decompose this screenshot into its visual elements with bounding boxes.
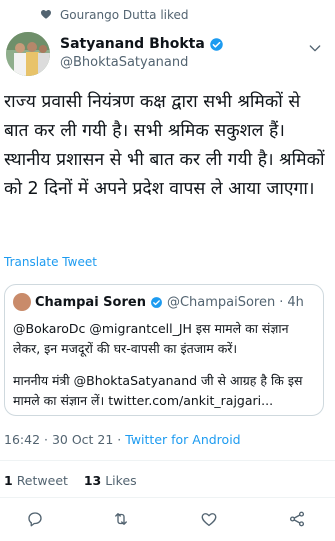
quoted-text-line: माननीय मंत्री @BhoktaSatyanand जी से आग्…	[13, 373, 303, 408]
likes-stat[interactable]: 13 Likes	[84, 473, 137, 488]
translate-tweet-link[interactable]: Translate Tweet	[4, 255, 97, 269]
tweet-actions	[0, 506, 335, 532]
quoted-separator: ·	[279, 294, 284, 310]
likes-count: 13	[83, 473, 102, 488]
quoted-tweet[interactable]: Champai Soren @ChampaiSoren · 4h @Bokaro…	[4, 284, 324, 416]
quoted-text: @BokaroDc @migrantcell_JH इस मामले का सं…	[13, 319, 317, 411]
tweet-source-link[interactable]: Twitter for Android	[125, 432, 240, 447]
quoted-text-line: @BokaroDc @migrantcell_JH इस मामले का सं…	[13, 321, 289, 356]
verified-badge-icon	[209, 37, 224, 52]
more-options-icon[interactable]	[305, 38, 325, 58]
tweet-stats: 1 Retweet 13 Likes	[4, 473, 137, 488]
quoted-author-handle: @ChampaiSoren	[166, 294, 276, 310]
tweet-time: 16:42	[4, 432, 41, 447]
retweets-label: Retweet	[16, 473, 68, 488]
retweet-icon[interactable]	[108, 506, 134, 532]
verified-badge-icon	[150, 296, 163, 309]
quoted-author-name: Champai Soren	[35, 294, 146, 310]
tweet-text: राज्य प्रवासी नियंत्रण कक्ष द्वारा सभी श…	[4, 92, 325, 199]
author-name[interactable]: Satyanand Bhokta	[60, 36, 205, 52]
heart-icon	[40, 8, 52, 23]
tweet-author: Satyanand Bhokta @BhoktaSatyanand	[6, 32, 329, 80]
reply-icon[interactable]	[22, 506, 48, 532]
retweets-stat[interactable]: 1 Retweet	[4, 473, 68, 488]
tweet-meta: 16:42 · 30 Oct 21 · Twitter for Android	[4, 432, 241, 447]
meta-separator: ·	[40, 432, 52, 447]
share-icon[interactable]	[284, 506, 310, 532]
divider	[0, 497, 335, 498]
retweets-count: 1	[4, 473, 13, 488]
meta-separator: ·	[113, 432, 126, 447]
quoted-time: 4h	[287, 294, 304, 310]
divider	[0, 460, 335, 461]
avatar[interactable]	[6, 32, 50, 76]
tweet-date: 30 Oct 21	[51, 432, 114, 447]
like-icon[interactable]	[196, 506, 222, 532]
author-handle[interactable]: @BhoktaSatyanand	[60, 55, 224, 70]
social-context: Gourango Dutta liked	[40, 6, 189, 24]
quoted-avatar	[13, 293, 31, 311]
social-context-text: Gourango Dutta liked	[60, 8, 189, 22]
likes-label: Likes	[105, 473, 137, 488]
